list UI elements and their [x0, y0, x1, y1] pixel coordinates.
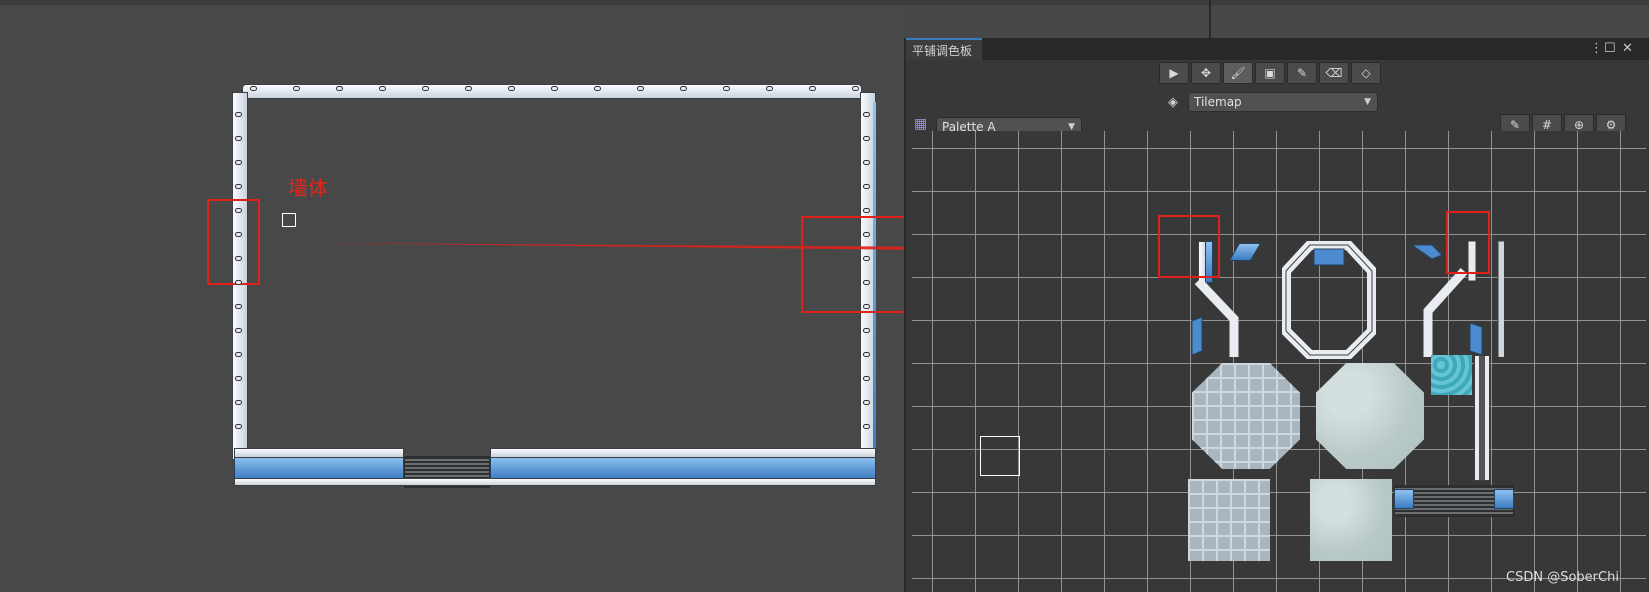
tile-settings-icon: ⚙: [1605, 118, 1617, 132]
more-menu-icon[interactable]: ⋮: [1590, 39, 1603, 59]
tool-picker-button[interactable]: ✎: [1287, 62, 1317, 84]
move-icon: ✥: [1200, 66, 1212, 80]
layers-icon: ◈: [1168, 95, 1178, 110]
tool-select-button[interactable]: ▶: [1159, 62, 1189, 84]
palette-titlebar[interactable]: 平铺调色板 ⋮ ☐ ✕: [906, 38, 1649, 60]
fill-icon: ◇: [1361, 66, 1371, 80]
close-icon[interactable]: ✕: [1622, 39, 1633, 59]
palette-icon: ▦: [914, 116, 928, 132]
tile-octagon-wall[interactable]: [1281, 240, 1377, 360]
tool-fill-button[interactable]: ◇: [1351, 62, 1381, 84]
tool-erase-button[interactable]: ⌫: [1319, 62, 1349, 84]
tool-paint-button[interactable]: 🖌: [1223, 62, 1253, 84]
select-icon: ▶: [1169, 66, 1179, 80]
maximize-icon[interactable]: ☐: [1604, 39, 1616, 59]
erase-icon: ⌫: [1325, 66, 1343, 80]
tile-floor-plain-octagon[interactable]: [1316, 363, 1424, 469]
tile-palette-window[interactable]: 平铺调色板 ⋮ ☐ ✕ ▶ ✥ 🖌 ▣ ✎ ⌫ ◇ ◈ Tilemap ▼ ▦ Palett…: [904, 38, 1649, 592]
tile-blue-end-left[interactable]: [1394, 489, 1414, 509]
tile-wall-column[interactable]: [1474, 355, 1490, 481]
gizmos-icon: ⊕: [1573, 118, 1585, 132]
tab-tile-palette[interactable]: 平铺调色板: [906, 38, 983, 60]
tile-corner-blue[interactable]: [1228, 243, 1262, 261]
palette-grid[interactable]: [912, 131, 1646, 592]
tile-blue-end-right[interactable]: [1494, 489, 1514, 509]
tile-floor-plain-square[interactable]: [1310, 479, 1392, 561]
watermark: CSDN @SoberChi: [1506, 570, 1619, 585]
picker-icon: ✎: [1296, 66, 1308, 80]
target-tilemap-dropdown[interactable]: Tilemap ▼: [1188, 92, 1378, 112]
annotation-box-palette-left-tile: [1158, 215, 1220, 278]
tile-floor-stone-octagon[interactable]: [1192, 363, 1300, 469]
box-fill-icon: ▣: [1264, 66, 1276, 80]
paint-icon: 🖌: [1230, 66, 1246, 80]
tile-floor-stone-square[interactable]: [1188, 479, 1270, 561]
grid-icon: #: [1541, 118, 1553, 132]
palette-toolbar: ▶ ✥ 🖌 ▣ ✎ ⌫ ◇: [1159, 62, 1381, 86]
annotation-box-palette-right-tile: [1446, 211, 1490, 274]
edit-icon: ✎: [1509, 118, 1521, 132]
target-tilemap-value: Tilemap: [1194, 95, 1242, 109]
tile-selection-cursor: [980, 436, 1020, 476]
tile-water[interactable]: [1431, 355, 1472, 395]
tool-move-button[interactable]: ✥: [1191, 62, 1221, 84]
tool-box-fill-button[interactable]: ▣: [1255, 62, 1285, 84]
chevron-down-icon: ▼: [1364, 97, 1371, 107]
